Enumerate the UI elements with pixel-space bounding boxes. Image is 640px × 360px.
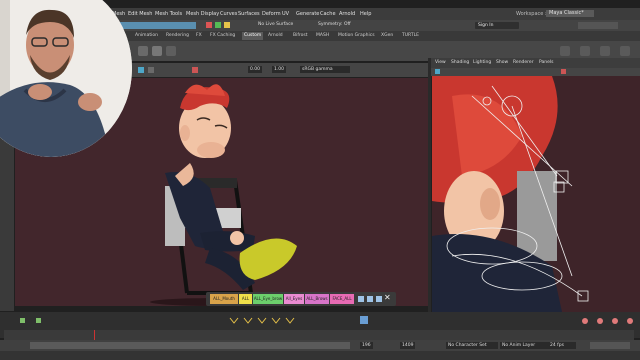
grid-icon[interactable] <box>148 67 154 73</box>
select-brows-label: ALL_Brows <box>306 296 328 301</box>
workspace-label: Workspace : <box>516 11 547 17</box>
menu-edit-mesh[interactable]: Edit Mesh <box>128 11 152 17</box>
select-eye-brow-button[interactable]: ALL_Eye_brow <box>253 294 283 304</box>
isolate-icon[interactable] <box>192 67 198 73</box>
menu-surfaces[interactable]: Surfaces <box>238 11 260 17</box>
right-viewport-menu: View Shading Lighting Show Renderer Pane… <box>431 58 640 68</box>
left-viewport-toolbar: 0.00 1.00 sRGB gamma <box>132 63 428 77</box>
close-icon[interactable]: ✕ <box>384 293 391 302</box>
range-slider-handle[interactable] <box>30 342 350 349</box>
tab-turtle[interactable]: TURTLE <box>402 33 419 38</box>
gamma-field[interactable]: 1.00 <box>272 66 287 73</box>
shelf-tool-icon[interactable] <box>600 46 610 56</box>
status-icons <box>578 22 618 29</box>
tab-arnold[interactable]: Arnold <box>268 33 283 38</box>
menu-generate[interactable]: Generate <box>296 11 319 17</box>
range-end-field[interactable]: 1409 <box>400 342 416 349</box>
camera-icon[interactable] <box>435 69 440 74</box>
picker-tool-icon[interactable] <box>358 296 364 302</box>
sign-in-button[interactable]: Sign In <box>475 22 519 29</box>
tab-motion-graphics[interactable]: Motion Graphics <box>338 33 375 38</box>
shelf-tool-icon[interactable] <box>138 46 148 56</box>
sign-in-label: Sign In <box>478 23 494 28</box>
menu-arnold[interactable]: Arnold <box>339 11 355 17</box>
menu-panels[interactable]: Panels <box>539 60 553 65</box>
symmetry-field[interactable]: Symmetry: Off <box>318 22 351 27</box>
camera-icon[interactable] <box>138 67 144 73</box>
shelf-tool-icon[interactable] <box>580 46 590 56</box>
mode-selector[interactable] <box>116 22 196 29</box>
fps-dropdown[interactable]: 24 fps <box>548 342 576 349</box>
select-eye-brow-label: ALL_Eye_brow <box>253 296 283 301</box>
menu-renderer[interactable]: Renderer <box>513 60 534 65</box>
select-all-mouth-label: ALL_Mouth <box>213 296 235 301</box>
menu-shading[interactable]: Shading <box>451 60 469 65</box>
time-slider-ticks[interactable] <box>4 330 634 340</box>
select-eyes-button[interactable]: All_Eyes <box>284 294 304 304</box>
command-line[interactable] <box>0 351 640 360</box>
menu-lighting[interactable]: Lighting <box>473 60 491 65</box>
workspace-dropdown[interactable]: Maya Classic* <box>546 10 594 17</box>
character-set-dropdown[interactable]: No Character Set <box>446 342 498 349</box>
menu-deform[interactable]: Deform <box>262 11 281 17</box>
shelf-tool-icon[interactable] <box>152 46 162 56</box>
tab-mash[interactable]: MASH <box>316 33 329 38</box>
range-start-field[interactable]: 196 <box>360 342 373 349</box>
right-viewport[interactable] <box>432 76 640 312</box>
isolate-icon[interactable] <box>561 69 566 74</box>
tab-animation[interactable]: Animation <box>135 33 158 38</box>
tab-bifrost[interactable]: Bifrost <box>293 33 308 38</box>
current-time-marker[interactable] <box>94 330 95 340</box>
select-brows-button[interactable]: ALL_Brows <box>305 294 329 304</box>
timeline-icon-strip <box>20 316 633 324</box>
select-face-all-button[interactable]: FACE_ALL <box>330 294 354 304</box>
tab-fx[interactable]: FX <box>196 33 202 38</box>
snap-curve-icon[interactable] <box>206 22 212 28</box>
pane-divider[interactable] <box>428 58 431 312</box>
playback-controls[interactable] <box>590 342 630 349</box>
select-face-all-label: FACE_ALL <box>332 296 352 301</box>
shelf-tool-icon[interactable] <box>560 46 570 56</box>
tab-fx-caching[interactable]: FX Caching <box>210 33 235 38</box>
menu-cache[interactable]: Cache <box>320 11 336 17</box>
picker-settings-icon[interactable] <box>376 296 382 302</box>
exposure-field[interactable]: 0.00 <box>248 66 263 73</box>
picker-edit-icon[interactable] <box>367 296 373 302</box>
shelf-tool-icon[interactable] <box>620 46 630 56</box>
selection-set-panel: ALL_Mouth ALL ALL_Eye_brow All_Eyes ALL_… <box>206 292 396 306</box>
menu-mesh-tools[interactable]: Mesh Tools <box>155 11 182 17</box>
menu-help[interactable]: Help <box>360 11 371 17</box>
select-all-button[interactable]: ALL <box>239 294 252 304</box>
menu-show[interactable]: Show <box>496 60 508 65</box>
live-surface-field[interactable]: No Live Surface <box>258 22 293 27</box>
right-viewport-toolbar <box>431 68 640 76</box>
snap-grid-icon[interactable] <box>224 22 230 28</box>
anim-layer-dropdown[interactable]: No Anim Layer <box>500 342 548 349</box>
color-space-dropdown[interactable]: sRGB gamma <box>300 66 350 73</box>
select-all-label: ALL <box>241 296 250 301</box>
snap-point-icon[interactable] <box>215 22 221 28</box>
menu-curves[interactable]: Curves <box>220 11 237 17</box>
tab-rendering[interactable]: Rendering <box>166 33 189 38</box>
range-slider: 196 1409 No Character Set No Anim Layer … <box>0 340 640 351</box>
menu-mesh-display[interactable]: Mesh Display <box>186 11 219 17</box>
menu-view[interactable]: View <box>435 60 446 65</box>
tab-xgen[interactable]: XGen <box>381 33 393 38</box>
tab-custom[interactable]: Custom <box>242 32 264 40</box>
rig-closeup-render <box>432 76 589 312</box>
select-eyes-label: All_Eyes <box>285 296 303 301</box>
shelf-tool-icon[interactable] <box>166 46 176 56</box>
select-all-mouth-button[interactable]: ALL_Mouth <box>210 294 238 304</box>
menu-uv[interactable]: UV <box>282 11 289 17</box>
